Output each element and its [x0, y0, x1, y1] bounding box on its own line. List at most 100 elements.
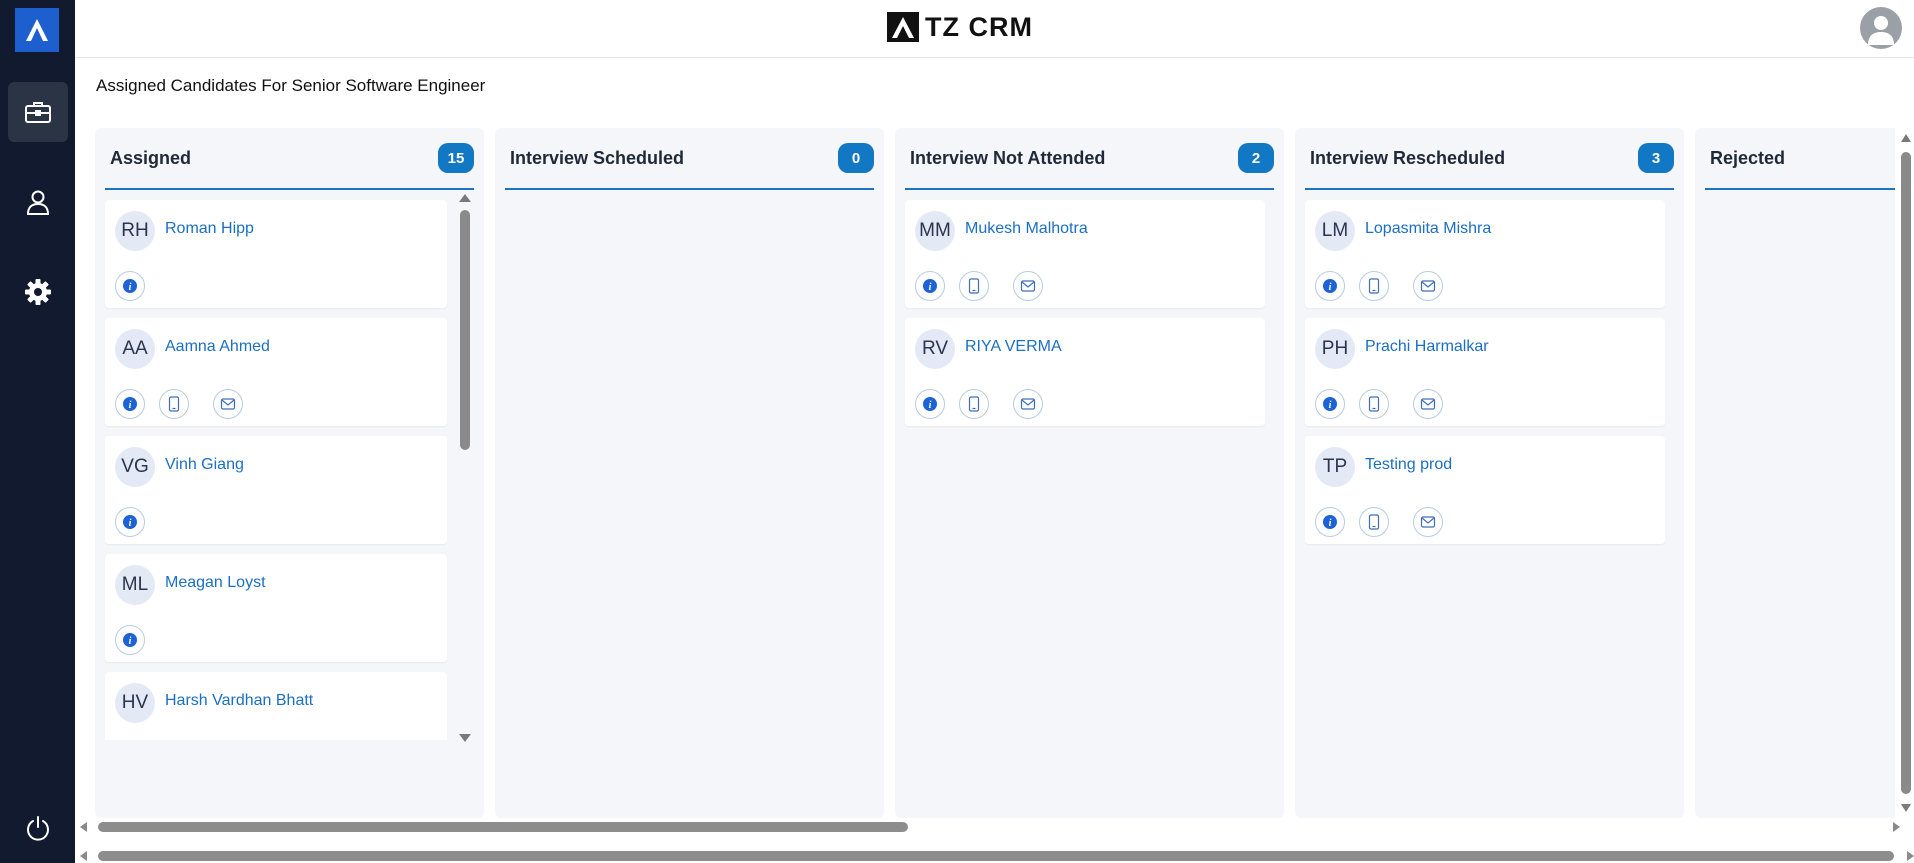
scroll-right-arrow-icon[interactable]: [1907, 851, 1914, 861]
avatar: TP: [1315, 447, 1355, 487]
candidate-card[interactable]: HV Harsh Vardhan Bhatt i: [105, 672, 447, 740]
candidate-card[interactable]: TP Testing prod i: [1305, 436, 1665, 544]
info-icon[interactable]: i: [915, 389, 945, 419]
info-icon[interactable]: i: [1315, 507, 1345, 537]
column-count-badge: 3: [1638, 143, 1674, 173]
candidate-card[interactable]: AA Aamna Ahmed i: [105, 318, 447, 426]
app-logo-icon[interactable]: [15, 8, 59, 52]
scrollbar-thumb[interactable]: [460, 210, 470, 450]
candidate-name-link[interactable]: Prachi Harmalkar: [1365, 338, 1489, 356]
avatar: RH: [115, 211, 155, 251]
column-title: Interview Not Attended: [910, 147, 1106, 168]
sidebar-item-users[interactable]: [8, 172, 68, 232]
svg-text:i: i: [129, 636, 132, 647]
candidate-name-link[interactable]: Roman Hipp: [165, 220, 254, 238]
column-header: Rejected: [1705, 128, 1895, 190]
candidate-card[interactable]: LM Lopasmita Mishra i: [1305, 200, 1665, 308]
top-header: TZ CRM: [75, 0, 1914, 58]
scroll-left-arrow-icon[interactable]: [80, 822, 87, 832]
scroll-down-arrow-icon[interactable]: [459, 734, 471, 742]
phone-icon[interactable]: [1359, 271, 1389, 301]
avatar: ML: [115, 565, 155, 605]
candidate-card[interactable]: MM Mukesh Malhotra i: [905, 200, 1265, 308]
column-count-badge: 2: [1238, 143, 1274, 173]
user-icon: [26, 190, 50, 215]
sidebar-item-logout[interactable]: [8, 798, 68, 858]
card-actions: i: [115, 625, 145, 655]
svg-text:i: i: [129, 282, 132, 293]
info-icon[interactable]: i: [115, 625, 145, 655]
column-title: Interview Rescheduled: [1310, 147, 1506, 168]
candidate-name-link[interactable]: Lopasmita Mishra: [1365, 220, 1491, 238]
column-rejected: Rejected: [1695, 128, 1895, 818]
candidate-card[interactable]: PH Prachi Harmalkar i: [1305, 318, 1665, 426]
column-interview-scheduled: Interview Scheduled 0: [495, 128, 884, 818]
svg-text:i: i: [929, 282, 932, 293]
mail-icon[interactable]: [1413, 507, 1443, 537]
avatar: VG: [115, 447, 155, 487]
scroll-up-arrow-icon[interactable]: [459, 194, 471, 202]
scrollbar-thumb[interactable]: [1901, 152, 1911, 794]
scroll-right-arrow-icon[interactable]: [1893, 822, 1900, 832]
phone-icon[interactable]: [959, 271, 989, 301]
phone-icon[interactable]: [159, 389, 189, 419]
phone-icon[interactable]: [1359, 389, 1389, 419]
info-icon[interactable]: i: [115, 507, 145, 537]
candidate-card[interactable]: RH Roman Hipp i: [105, 200, 447, 308]
info-icon[interactable]: i: [115, 271, 145, 301]
scroll-down-arrow-icon[interactable]: [1901, 804, 1911, 812]
card-list: RH Roman Hipp i AA Aamna Ahmed i VG Vinh…: [105, 200, 447, 740]
sidebar-item-settings[interactable]: [8, 262, 68, 322]
scrollbar-thumb[interactable]: [98, 851, 1894, 861]
candidate-name-link[interactable]: Harsh Vardhan Bhatt: [165, 692, 313, 710]
sidebar: [0, 0, 75, 863]
svg-text:i: i: [1329, 518, 1332, 529]
card-actions: i: [915, 389, 1043, 419]
column-title: Assigned: [110, 147, 192, 168]
sidebar-item-jobs[interactable]: [8, 82, 68, 142]
info-icon[interactable]: i: [915, 271, 945, 301]
phone-icon[interactable]: [959, 389, 989, 419]
svg-text:i: i: [129, 400, 132, 411]
scroll-left-arrow-icon[interactable]: [80, 851, 87, 861]
board-horizontal-scrollbar[interactable]: [80, 820, 1900, 834]
user-avatar-icon[interactable]: [1860, 7, 1902, 49]
card-list-scrollbar[interactable]: [458, 194, 472, 744]
brand-name: TZ CRM: [925, 11, 1033, 42]
window-horizontal-scrollbar[interactable]: [80, 849, 1914, 863]
mail-icon[interactable]: [1413, 271, 1443, 301]
candidate-name-link[interactable]: Aamna Ahmed: [165, 338, 270, 356]
column-title: Rejected: [1710, 147, 1786, 168]
gear-icon: [25, 279, 51, 305]
candidate-card[interactable]: ML Meagan Loyst i: [105, 554, 447, 662]
brand-mark-icon: [887, 12, 919, 42]
mail-icon[interactable]: [1413, 389, 1443, 419]
candidate-card[interactable]: VG Vinh Giang i: [105, 436, 447, 544]
kanban-board: Assigned 15 RH Roman Hipp i AA Aamna Ahm…: [95, 128, 1895, 818]
briefcase-icon: [25, 102, 51, 123]
candidate-name-link[interactable]: Vinh Giang: [165, 456, 244, 474]
info-icon[interactable]: i: [115, 389, 145, 419]
mail-icon[interactable]: [1013, 271, 1043, 301]
info-icon[interactable]: i: [1315, 389, 1345, 419]
page-title: Assigned Candidates For Senior Software …: [96, 76, 486, 95]
scrollbar-thumb[interactable]: [98, 822, 908, 832]
scroll-up-arrow-icon[interactable]: [1901, 134, 1911, 142]
column-header: Assigned 15: [105, 128, 474, 190]
column-header: Interview Not Attended 2: [905, 128, 1274, 190]
page-vertical-scrollbar[interactable]: [1900, 134, 1914, 814]
candidate-name-link[interactable]: RIYA VERMA: [965, 338, 1062, 356]
candidate-name-link[interactable]: Meagan Loyst: [165, 574, 266, 592]
candidate-card[interactable]: RV RIYA VERMA i: [905, 318, 1265, 426]
brand-logo[interactable]: TZ CRM: [887, 11, 1033, 43]
column-interview-rescheduled: Interview Rescheduled 3 LM Lopasmita Mis…: [1295, 128, 1684, 818]
candidate-name-link[interactable]: Mukesh Malhotra: [965, 220, 1088, 238]
phone-icon[interactable]: [1359, 507, 1389, 537]
column-title: Interview Scheduled: [510, 147, 685, 168]
mail-icon[interactable]: [213, 389, 243, 419]
card-actions: i: [115, 389, 243, 419]
column-count-badge: 15: [438, 143, 474, 173]
candidate-name-link[interactable]: Testing prod: [1365, 456, 1452, 474]
info-icon[interactable]: i: [1315, 271, 1345, 301]
mail-icon[interactable]: [1013, 389, 1043, 419]
